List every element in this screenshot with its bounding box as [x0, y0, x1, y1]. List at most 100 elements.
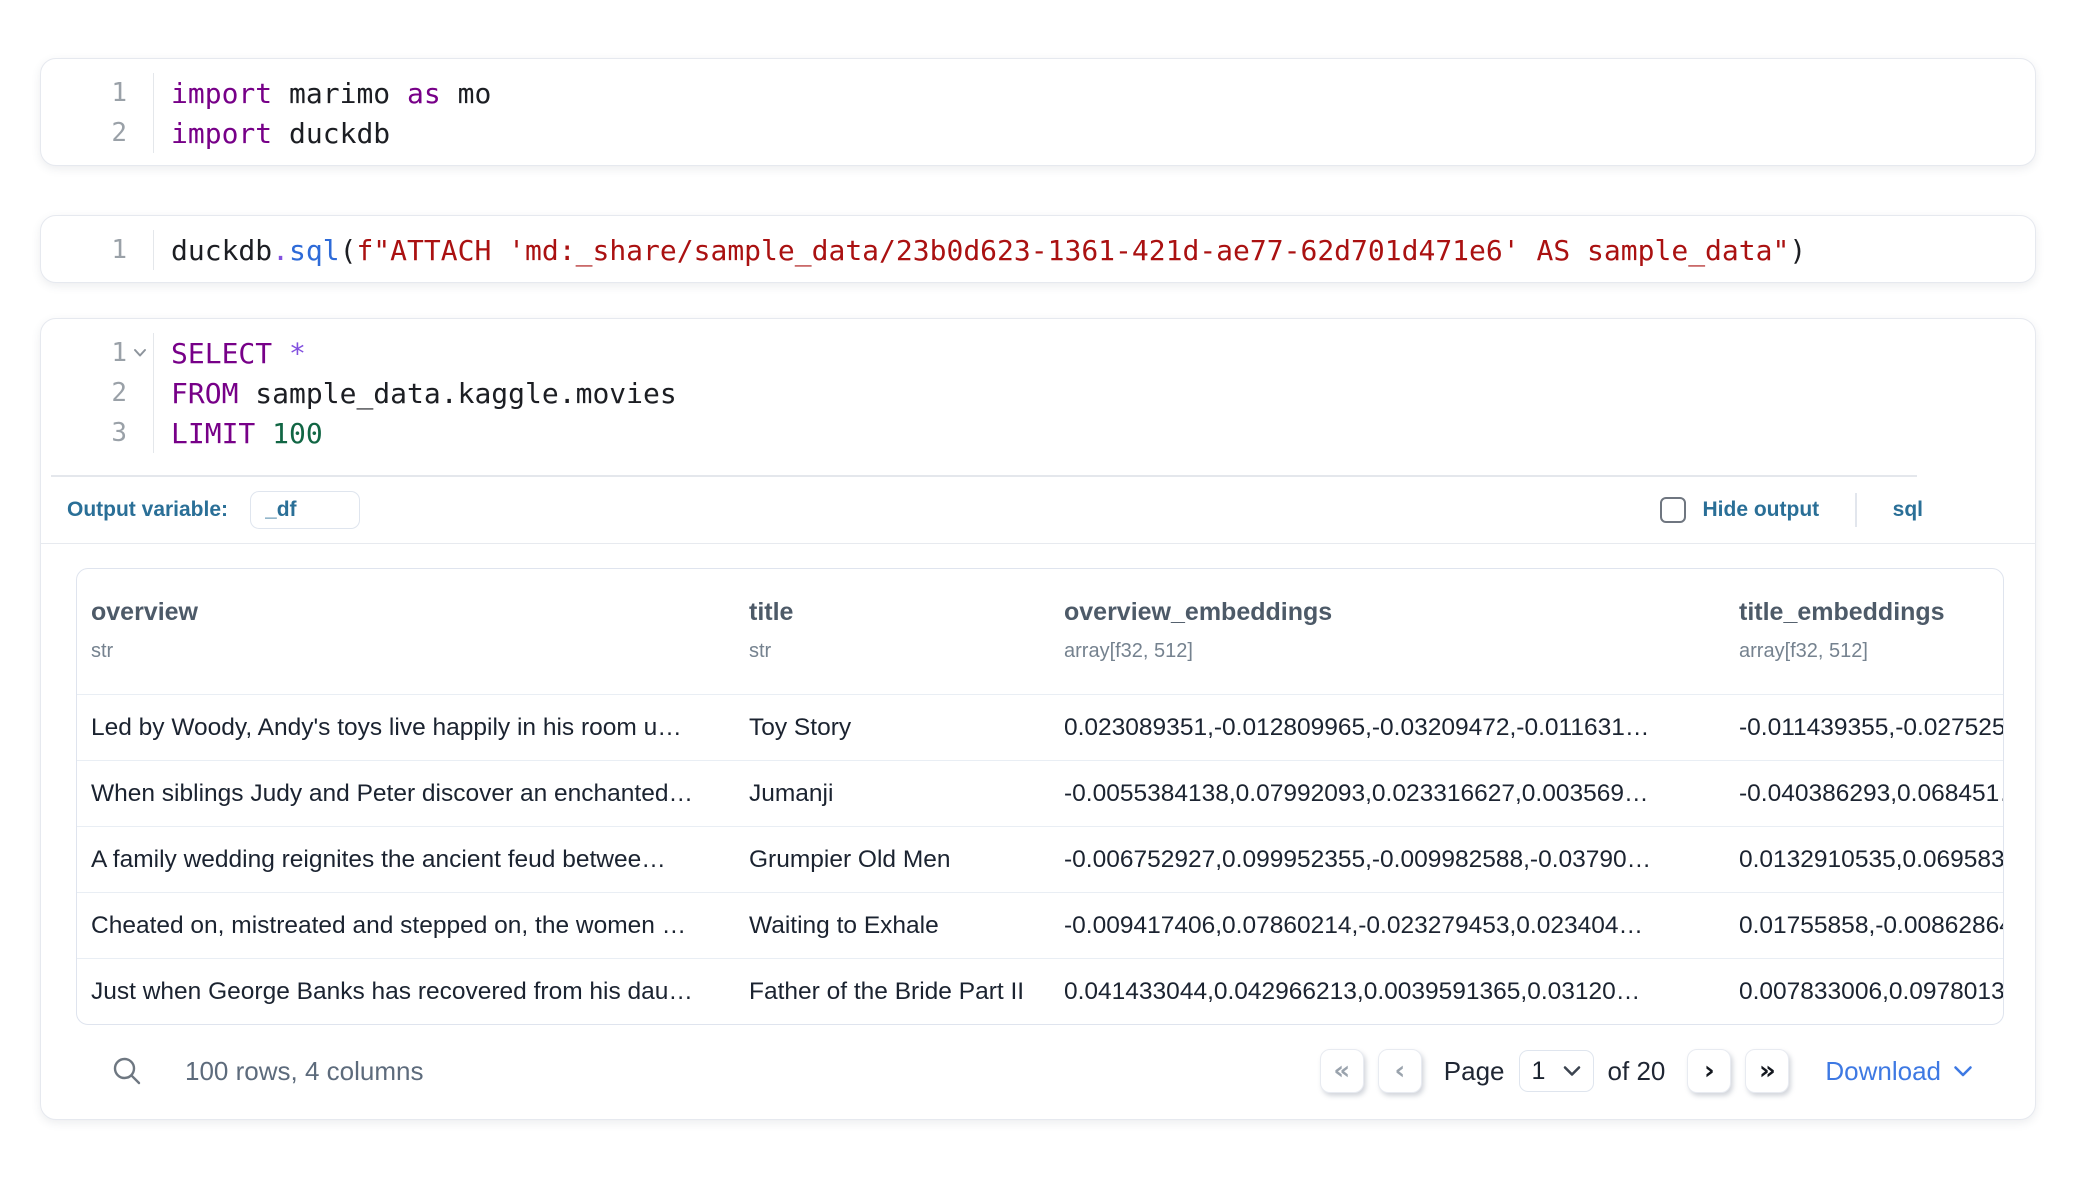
column-dtype: str: [749, 637, 1050, 665]
table-cell: When siblings Judy and Peter discover an…: [77, 761, 735, 826]
code-token: duckdb: [171, 234, 272, 267]
code-token: f"ATTACH 'md:_share/sample_data/23b0d623…: [356, 234, 1789, 267]
code-editor[interactable]: 1 duckdb.sql(f"ATTACH 'md:_share/sample_d…: [41, 216, 2035, 282]
table-cell: Grumpier Old Men: [735, 827, 1050, 892]
chevron-down-icon: [1953, 1065, 1973, 1078]
table-cell: -0.006752927,0.099952355,-0.009982588,-0…: [1050, 827, 1725, 892]
toolbar-divider: [1855, 493, 1857, 527]
table-cell: Toy Story: [735, 695, 1050, 760]
code-token: SELECT: [171, 337, 272, 370]
table-cell: 0.007833006,0.0978013…: [1725, 959, 2003, 1024]
code-token: duckdb: [272, 117, 390, 150]
code-token: ): [1789, 234, 1806, 267]
table-row[interactable]: A family wedding reignites the ancient f…: [77, 826, 2003, 892]
line-number: 1: [111, 78, 127, 108]
column-header-overview_embeddings[interactable]: overview_embeddingsarray[f32, 512]: [1050, 595, 1725, 665]
last-page-button[interactable]: »: [1745, 1049, 1789, 1093]
line-number: 2: [111, 118, 127, 148]
table-cell: -0.009417406,0.07860214,-0.023279453,0.0…: [1050, 893, 1725, 958]
code-line[interactable]: FROM sample_data.kaggle.movies: [171, 373, 677, 413]
gutter-row: 3: [41, 413, 153, 453]
column-header-title_embeddings[interactable]: title_embeddingsarray[f32, 512]: [1725, 595, 2003, 665]
code-line[interactable]: LIMIT 100: [171, 413, 677, 453]
table-row[interactable]: Led by Woody, Andy's toys live happily i…: [77, 694, 2003, 760]
download-label: Download: [1825, 1056, 1941, 1087]
hide-output-checkbox[interactable]: [1660, 497, 1686, 523]
editor-code[interactable]: import marimo as moimport duckdb: [154, 73, 491, 153]
table-cell: Jumanji: [735, 761, 1050, 826]
column-dtype: str: [91, 637, 735, 665]
code-token: import: [171, 117, 272, 150]
search-icon[interactable]: [111, 1055, 143, 1087]
code-token: FROM: [171, 377, 238, 410]
gutter-spacer: [127, 373, 153, 413]
fold-icon[interactable]: [127, 333, 153, 373]
toolbar-right-group: Hide output sql: [1660, 493, 1923, 527]
editor-code[interactable]: duckdb.sql(f"ATTACH 'md:_share/sample_da…: [154, 230, 1806, 270]
column-name: title: [749, 595, 1050, 629]
sql-cell: 123SELECT *FROM sample_data.kaggle.movie…: [40, 318, 2036, 1120]
download-button[interactable]: Download: [1825, 1056, 1973, 1087]
code-line[interactable]: duckdb.sql(f"ATTACH 'md:_share/sample_da…: [171, 230, 1806, 270]
gutter-spacer: [127, 230, 153, 270]
gutter-row: 1: [41, 333, 153, 373]
code-editor[interactable]: 12import marimo as moimport duckdb: [41, 59, 2035, 165]
code-token: *: [289, 337, 306, 370]
code-cell-attach: 1 duckdb.sql(f"ATTACH 'md:_share/sample_d…: [40, 215, 2036, 283]
table-cell: -0.011439355,-0.027525…: [1725, 695, 2003, 760]
code-cell-imports: 12import marimo as moimport duckdb: [40, 58, 2036, 166]
cell-output-area: overviewstrtitlestroverview_embeddingsar…: [41, 544, 2035, 1119]
table-cell: Father of the Bride Part II: [735, 959, 1050, 1024]
gutter-row: 1: [41, 230, 153, 270]
table-header-row: overviewstrtitlestroverview_embeddingsar…: [77, 569, 2003, 694]
gutter-spacer: [127, 113, 153, 153]
notebook-page: 12import marimo as moimport duckdb 1duck…: [0, 0, 2086, 1120]
sql-code-editor[interactable]: 123SELECT *FROM sample_data.kaggle.movie…: [41, 319, 2035, 465]
table-cell: A family wedding reignites the ancient f…: [77, 827, 735, 892]
editor-gutter: 12: [41, 73, 154, 153]
code-token: as: [407, 77, 441, 110]
next-page-button[interactable]: ›: [1687, 1049, 1731, 1093]
table-cell: Cheated on, mistreated and stepped on, t…: [77, 893, 735, 958]
code-token: import: [171, 77, 272, 110]
table-cell: Just when George Banks has recovered fro…: [77, 959, 735, 1024]
page-label: Page: [1444, 1056, 1505, 1087]
table-row[interactable]: When siblings Judy and Peter discover an…: [77, 760, 2003, 826]
code-line[interactable]: SELECT *: [171, 333, 677, 373]
code-token: [255, 417, 272, 450]
page-select-value: 1: [1532, 1057, 1546, 1086]
first-page-button[interactable]: «: [1320, 1049, 1364, 1093]
prev-page-button[interactable]: ‹: [1378, 1049, 1422, 1093]
page-select[interactable]: 1: [1519, 1050, 1594, 1092]
column-header-overview[interactable]: overviewstr: [77, 595, 735, 665]
table-cell: 0.0132910535,0.069583…: [1725, 827, 2003, 892]
hide-output-label[interactable]: Hide output: [1703, 498, 1820, 522]
code-token: sql: [289, 234, 340, 267]
code-token: .: [272, 234, 289, 267]
gutter-row: 2: [41, 113, 153, 153]
table-row[interactable]: Cheated on, mistreated and stepped on, t…: [77, 892, 2003, 958]
table-row[interactable]: Just when George Banks has recovered fro…: [77, 958, 2003, 1024]
code-token: sample_data.kaggle.movies: [238, 377, 676, 410]
table-footer: 100 rows, 4 columns « ‹ Page 1 of 20: [111, 1025, 1973, 1119]
line-number: 2: [111, 378, 127, 408]
sql-cell-toolbar: Output variable: Hide output sql: [41, 477, 2035, 543]
table-cell: -0.040386293,0.068451…: [1725, 761, 2003, 826]
table-cell: Led by Woody, Andy's toys live happily i…: [77, 695, 735, 760]
output-variable-input[interactable]: [250, 491, 360, 529]
table-cell: 0.01755858,-0.00862864…: [1725, 893, 2003, 958]
code-line[interactable]: import marimo as mo: [171, 73, 491, 113]
gutter-row: 1: [41, 73, 153, 113]
code-token: LIMIT: [171, 417, 255, 450]
code-token: marimo: [272, 77, 407, 110]
gutter-spacer: [127, 413, 153, 453]
line-number: 1: [111, 338, 127, 368]
code-line[interactable]: import duckdb: [171, 113, 491, 153]
line-number: 1: [111, 235, 127, 265]
editor-code[interactable]: SELECT *FROM sample_data.kaggle.moviesLI…: [154, 333, 677, 453]
gutter-spacer: [127, 73, 153, 113]
table-cell: -0.0055384138,0.07992093,0.023316627,0.0…: [1050, 761, 1725, 826]
language-toggle-sql[interactable]: sql: [1893, 498, 1923, 522]
table-cell: 0.023089351,-0.012809965,-0.03209472,-0.…: [1050, 695, 1725, 760]
column-header-title[interactable]: title str: [735, 595, 1050, 665]
